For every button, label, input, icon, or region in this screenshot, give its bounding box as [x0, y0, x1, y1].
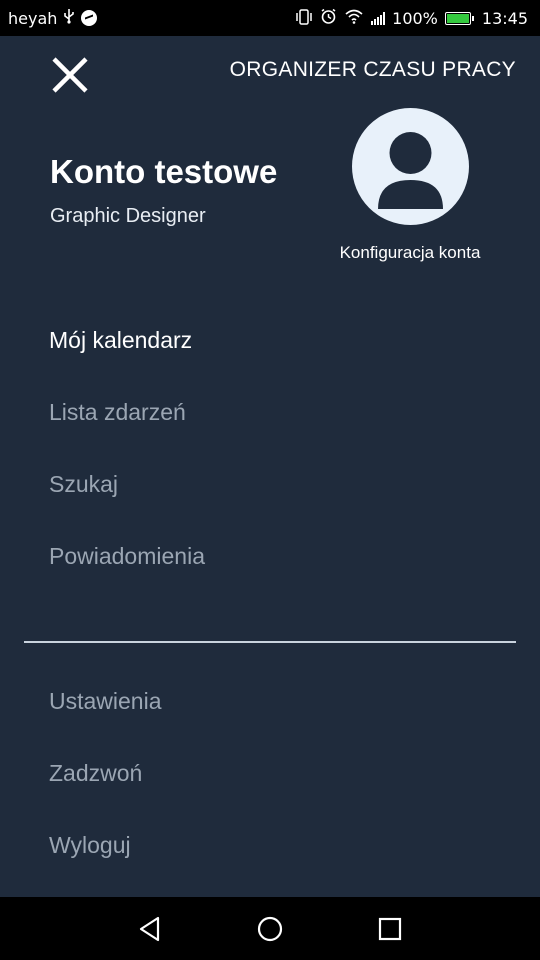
menu-item-event-list[interactable]: Lista zdarzeń [49, 399, 186, 426]
recents-button[interactable] [374, 913, 406, 945]
account-config-link[interactable]: Konfiguracja konta [320, 243, 500, 263]
menu-item-call[interactable]: Zadzwoń [49, 760, 142, 787]
user-role: Graphic Designer [50, 205, 206, 227]
avatar[interactable] [352, 108, 469, 225]
close-icon [52, 57, 88, 93]
wifi-icon [344, 9, 364, 28]
signal-icon [371, 12, 386, 25]
status-bar: heyah 100% 13:45 [0, 0, 540, 36]
back-button[interactable] [134, 913, 166, 945]
menu-item-logout[interactable]: Wyloguj [49, 832, 131, 859]
menu-item-notifications[interactable]: Powiadomienia [49, 543, 205, 570]
user-name: Konto testowe [50, 153, 278, 190]
home-button[interactable] [254, 913, 286, 945]
home-icon [257, 916, 283, 942]
clock: 13:45 [481, 9, 528, 28]
carrier-label: heyah [8, 8, 58, 28]
close-button[interactable] [50, 55, 90, 95]
menu-item-search[interactable]: Szukaj [49, 471, 118, 498]
app-title: ORGANIZER CZASU PRACY [229, 58, 516, 81]
back-icon [139, 916, 160, 942]
vibrate-icon [295, 8, 313, 29]
menu-item-my-calendar[interactable]: Mój kalendarz [49, 327, 192, 354]
messenger-icon [81, 10, 98, 26]
battery-percent: 100% [392, 9, 438, 28]
menu-item-settings[interactable]: Ustawienia [49, 688, 162, 715]
menu-divider [24, 641, 516, 643]
system-nav-bar [0, 897, 540, 960]
alarm-icon [320, 8, 337, 29]
user-avatar-icon [378, 132, 443, 209]
battery-icon [444, 12, 474, 25]
usb-icon [63, 8, 75, 28]
recents-icon [378, 917, 402, 941]
